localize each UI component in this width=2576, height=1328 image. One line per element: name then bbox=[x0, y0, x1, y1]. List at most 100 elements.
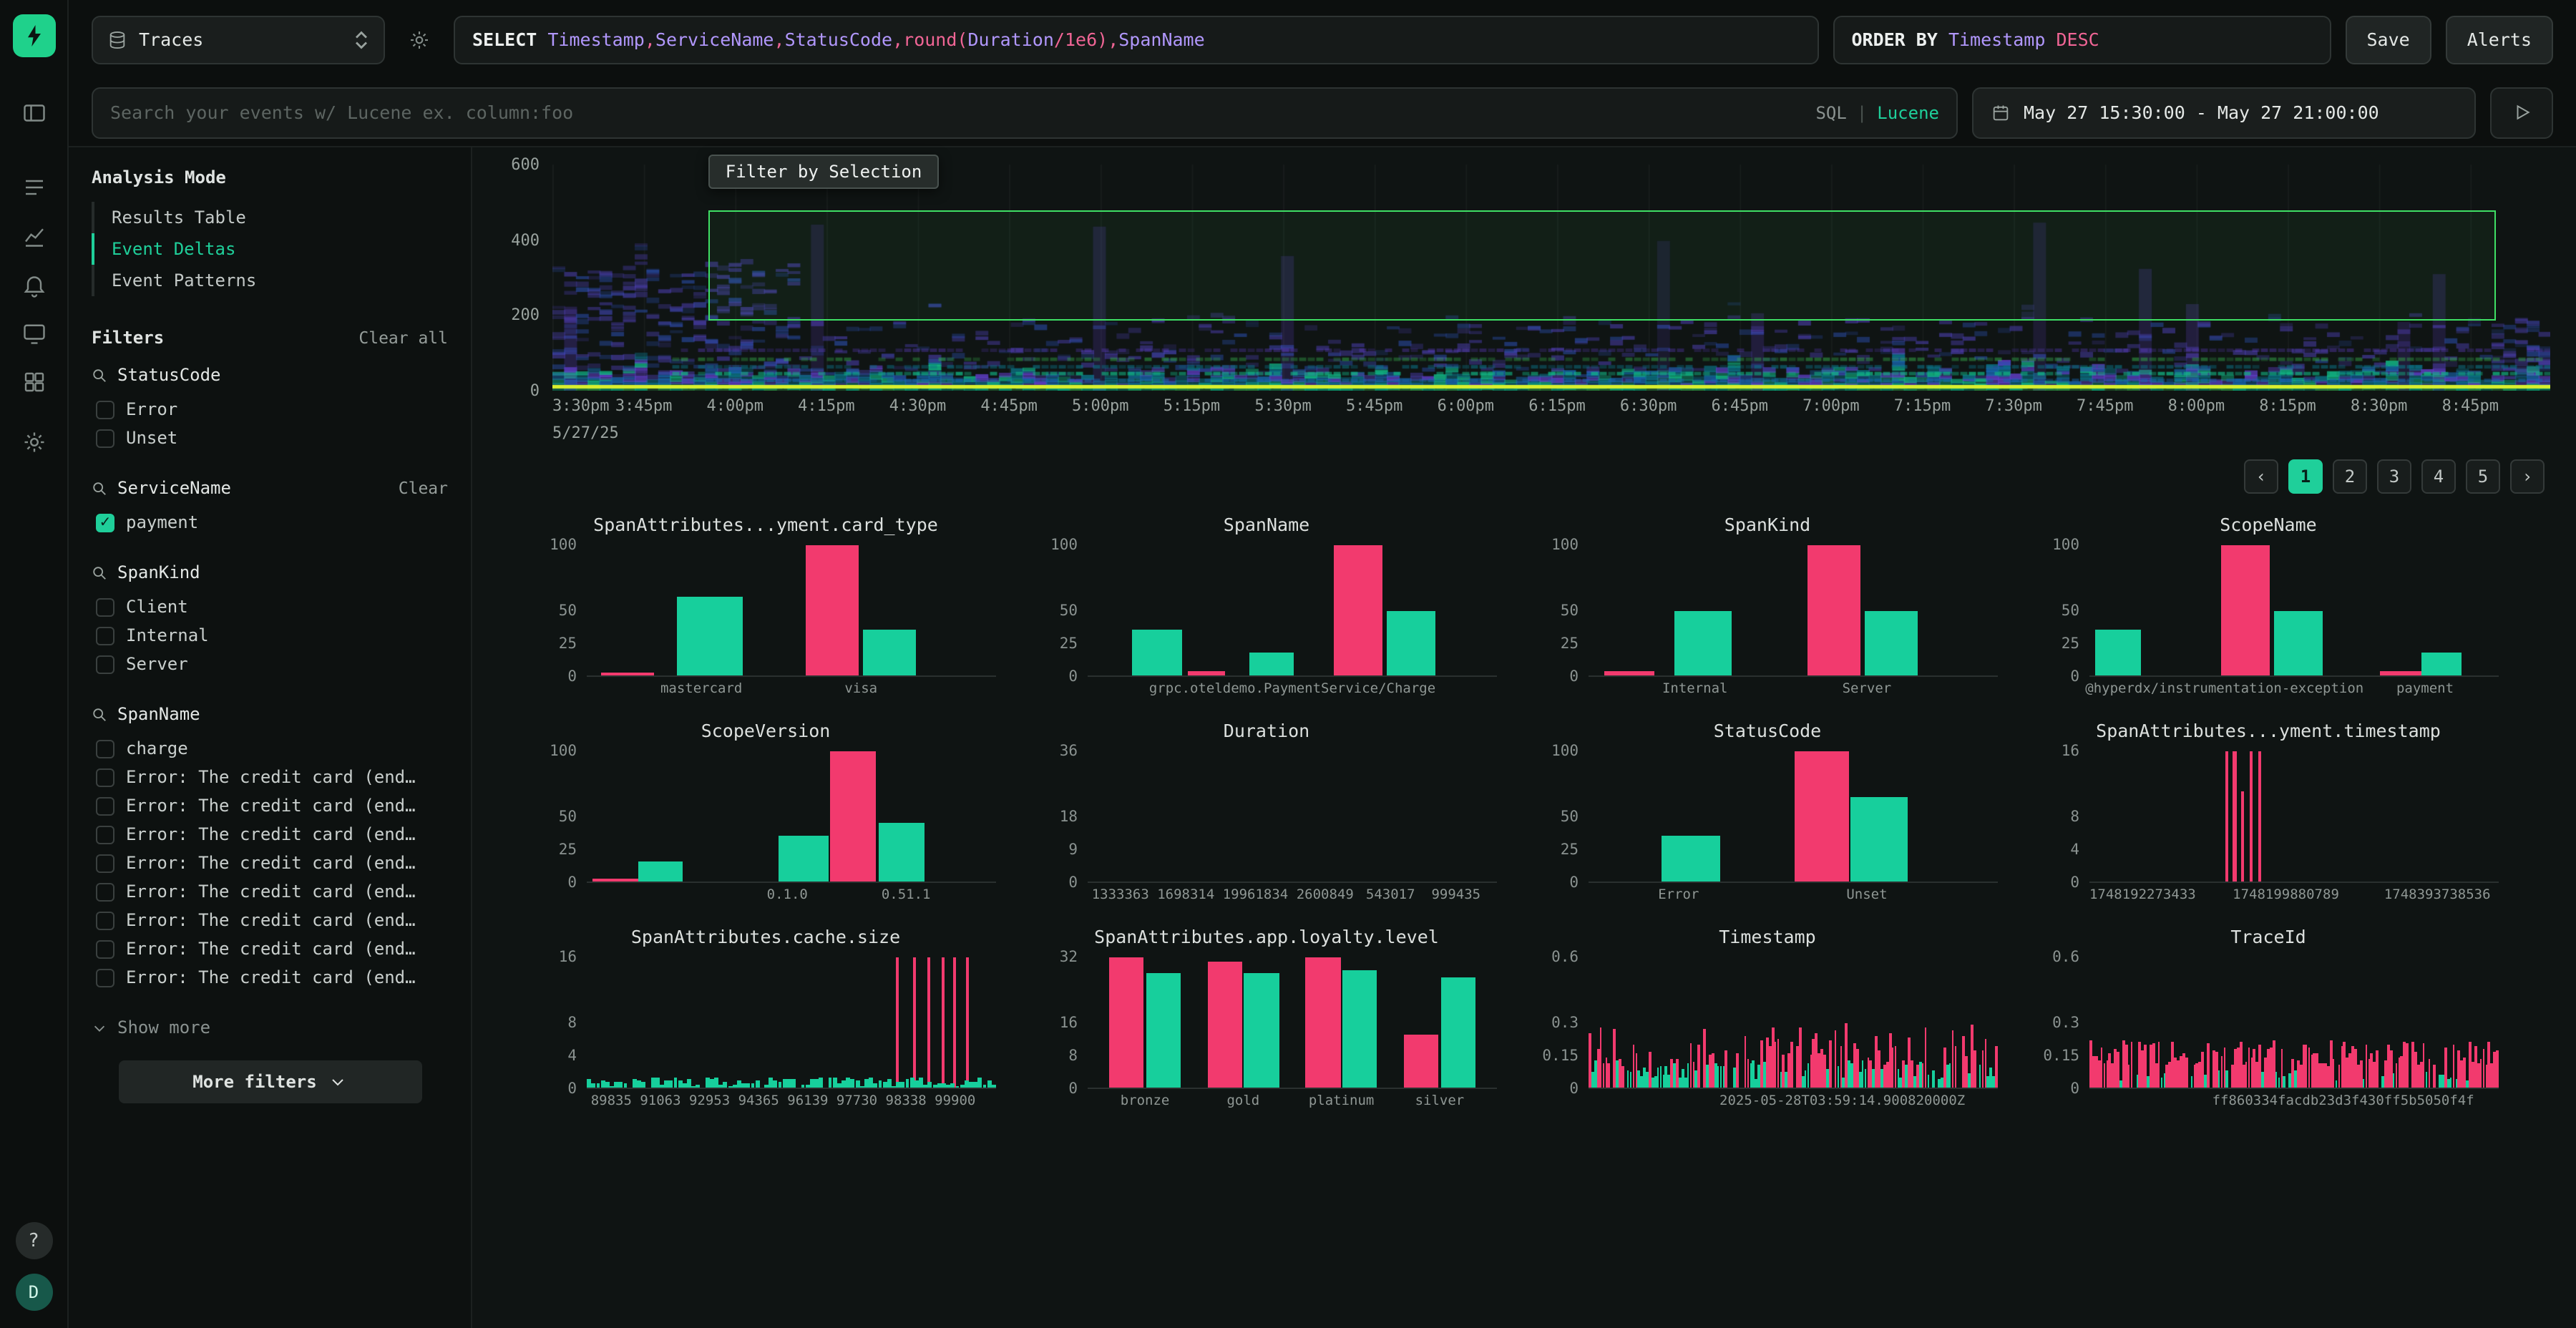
prev-page-button[interactable]: ‹ bbox=[2244, 459, 2278, 494]
filter-checkbox[interactable] bbox=[96, 939, 114, 958]
heatmap-chart: 6004002000 Filter by Selection bbox=[489, 165, 2550, 391]
run-query-button[interactable] bbox=[2490, 87, 2553, 138]
mini-chart-4: ScopeName10050250@hyperdx/instrumentatio… bbox=[2038, 514, 2499, 700]
filter-checkbox[interactable] bbox=[96, 968, 114, 987]
alerts-nav-button[interactable] bbox=[14, 266, 54, 303]
page-button-2[interactable]: 2 bbox=[2333, 459, 2367, 494]
analysis-mode-results-table[interactable]: Results Table bbox=[92, 202, 448, 233]
filter-option[interactable]: Internal bbox=[92, 621, 448, 650]
filter-checkbox[interactable] bbox=[96, 882, 114, 901]
mini-chart-title: SpanKind bbox=[1537, 514, 1998, 535]
filter-option[interactable]: Unset bbox=[92, 424, 448, 452]
search-input[interactable]: Search your events w/ Lucene ex. column:… bbox=[92, 87, 1958, 138]
clear-filter-link[interactable]: Clear bbox=[399, 478, 448, 498]
filter-option[interactable]: Server bbox=[92, 650, 448, 678]
orderby-input[interactable]: ORDER BY Timestamp DESC bbox=[1833, 15, 2331, 64]
filter-checkbox[interactable] bbox=[96, 796, 114, 815]
filter-option[interactable]: Error: The credit card (end… bbox=[92, 763, 448, 791]
user-avatar[interactable]: D bbox=[15, 1274, 52, 1311]
show-more-button[interactable]: Show more bbox=[92, 1017, 448, 1038]
clear-all-link[interactable]: Clear all bbox=[358, 328, 448, 348]
filter-option[interactable]: ✓payment bbox=[92, 508, 448, 537]
filter-checkbox[interactable] bbox=[96, 400, 114, 419]
page-button-1[interactable]: 1 bbox=[2288, 459, 2323, 494]
search-logs-button[interactable] bbox=[14, 169, 54, 206]
filter-checkbox[interactable] bbox=[96, 825, 114, 844]
filter-option[interactable]: Error: The credit card (end… bbox=[92, 963, 448, 992]
bar bbox=[955, 1086, 960, 1088]
heatmap-plot[interactable]: Filter by Selection bbox=[552, 165, 2550, 391]
dashboards-nav-button[interactable] bbox=[14, 363, 54, 401]
filter-option[interactable]: Error: The credit card (end… bbox=[92, 820, 448, 849]
x-tick-label: 5:45pm bbox=[1346, 396, 1403, 415]
source-settings-button[interactable] bbox=[399, 19, 439, 59]
bar bbox=[706, 1078, 710, 1088]
analysis-mode-event-patterns[interactable]: Event Patterns bbox=[92, 265, 448, 296]
bar bbox=[1865, 610, 1918, 675]
sessions-nav-button[interactable] bbox=[14, 315, 54, 352]
more-filters-button[interactable]: More filters bbox=[118, 1060, 421, 1103]
filter-option[interactable]: Error bbox=[92, 395, 448, 424]
bar bbox=[596, 1083, 600, 1088]
filter-checkbox[interactable] bbox=[96, 655, 114, 673]
alerts-button[interactable]: Alerts bbox=[2446, 15, 2553, 64]
mini-y-axis: 10050250 bbox=[1036, 545, 1088, 677]
y-tick-label: 0.15 bbox=[1542, 1048, 1579, 1065]
analysis-mode-event-deltas[interactable]: Event Deltas bbox=[92, 233, 448, 265]
filter-option[interactable]: Error: The credit card (end… bbox=[92, 849, 448, 877]
filter-checkbox[interactable] bbox=[96, 626, 114, 645]
bar bbox=[2250, 751, 2253, 882]
sql-language-option[interactable]: SQL bbox=[1815, 102, 1846, 122]
filter-checkbox[interactable] bbox=[96, 597, 114, 616]
mini-x-axis: @hyperdx/instrumentation-exceptionpaymen… bbox=[2089, 681, 2499, 700]
filter-option[interactable]: Error: The credit card (end… bbox=[92, 906, 448, 934]
chart-explorer-button[interactable] bbox=[14, 218, 54, 255]
bar bbox=[887, 1078, 892, 1088]
settings-nav-button[interactable] bbox=[14, 424, 54, 461]
select-clause-input[interactable]: SELECT Timestamp,ServiceName,StatusCode,… bbox=[454, 15, 1818, 64]
bar bbox=[779, 836, 829, 882]
line-chart-icon bbox=[21, 223, 47, 249]
y-tick-label: 16 bbox=[559, 949, 577, 966]
page-button-4[interactable]: 4 bbox=[2421, 459, 2456, 494]
filter-checkbox[interactable] bbox=[96, 739, 114, 758]
filter-option[interactable]: Error: The credit card (end… bbox=[92, 934, 448, 963]
bar bbox=[755, 1080, 759, 1088]
selection-rectangle[interactable] bbox=[708, 210, 2497, 321]
next-page-button[interactable]: › bbox=[2510, 459, 2545, 494]
sql-token: Timestamp bbox=[1948, 29, 2045, 50]
source-select[interactable]: Traces bbox=[92, 15, 385, 64]
save-button[interactable]: Save bbox=[2345, 15, 2431, 64]
bar bbox=[1974, 1050, 1976, 1088]
x-tick-label: 97730 bbox=[836, 1093, 877, 1109]
filter-by-selection-tooltip[interactable]: Filter by Selection bbox=[708, 155, 940, 189]
y-tick-label: 25 bbox=[2062, 635, 2079, 653]
lucene-language-option[interactable]: Lucene bbox=[1877, 102, 1939, 122]
x-tick-label: 1698314 bbox=[1157, 887, 1214, 903]
page-button-3[interactable]: 3 bbox=[2377, 459, 2411, 494]
page-button-5[interactable]: 5 bbox=[2466, 459, 2500, 494]
filter-checkbox[interactable]: ✓ bbox=[96, 513, 114, 532]
filter-option[interactable]: Error: The credit card (end… bbox=[92, 791, 448, 820]
filter-option[interactable]: Error: The credit card (end… bbox=[92, 877, 448, 906]
bar bbox=[1306, 957, 1341, 1088]
filter-checkbox[interactable] bbox=[96, 429, 114, 447]
y-tick-label: 25 bbox=[559, 635, 577, 653]
bar bbox=[810, 1078, 814, 1088]
language-divider: | bbox=[1857, 102, 1867, 122]
filter-checkbox[interactable] bbox=[96, 854, 114, 872]
filter-option[interactable]: charge bbox=[92, 734, 448, 763]
bar bbox=[814, 1078, 819, 1088]
mini-plot bbox=[1589, 957, 1998, 1089]
bar bbox=[633, 1080, 637, 1088]
filter-checkbox[interactable] bbox=[96, 768, 114, 786]
x-tick-label: 3:30pm bbox=[552, 396, 610, 415]
filter-checkbox[interactable] bbox=[96, 911, 114, 929]
bar bbox=[728, 1086, 732, 1088]
sidebar-toggle-button[interactable] bbox=[14, 94, 54, 132]
bar bbox=[664, 1080, 668, 1088]
help-button[interactable]: ? bbox=[15, 1222, 52, 1259]
date-range-picker[interactable]: May 27 15:30:00 - May 27 21:00:00 bbox=[1972, 87, 2476, 138]
filter-option[interactable]: Client bbox=[92, 592, 448, 621]
app-logo[interactable] bbox=[12, 14, 55, 57]
